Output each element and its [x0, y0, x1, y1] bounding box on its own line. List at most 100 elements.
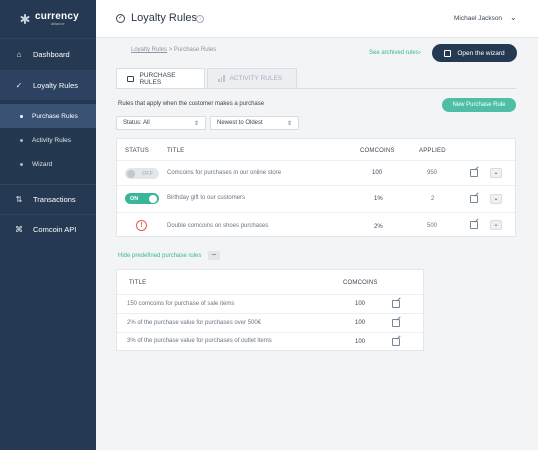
rule-comcoins: 2% [374, 224, 383, 230]
edit-icon[interactable] [392, 338, 400, 346]
sidebar-subitem-label: Activity Rules [32, 136, 72, 144]
rule-title[interactable]: Comcoins for purchases in our online sto… [167, 170, 281, 176]
toggle-label: OFF [142, 170, 153, 177]
status-filter-value: Status: All [123, 120, 150, 126]
warning-icon: ! [136, 220, 147, 231]
rule-comcoins: 1% [374, 196, 383, 202]
table-row: 2% of the purchase value for purchases o… [117, 313, 423, 332]
status-filter-select[interactable]: Status: All ⇕ [116, 116, 206, 130]
sidebar-item-loyalty-rules[interactable]: ✓ Loyalty Rules [0, 70, 96, 100]
open-wizard-button[interactable]: Open the wizard [432, 44, 517, 62]
arrows-icon: ⇅ [15, 195, 23, 204]
bullet-icon [20, 138, 23, 142]
toggle-label: ON [130, 195, 139, 202]
user-name[interactable]: Michael Jackson [454, 15, 502, 22]
sidebar-subitem-label: Wizard [32, 160, 53, 168]
rule-comcoins: 100 [355, 320, 366, 326]
sidebar-item-dashboard[interactable]: ⌂ Dashboard [0, 38, 96, 70]
rule-applied: 2 [431, 196, 435, 202]
rule-applied: 500 [427, 223, 438, 229]
sidebar-subitem-wizard[interactable]: Wizard [0, 152, 96, 176]
breadcrumb-link[interactable]: Loyalty Rules [131, 47, 167, 53]
table-row: 150 comcoins for purchase of sale items … [117, 294, 423, 313]
predefined-rules-table: TITLE COMCOINS 150 comcoins for purchase… [116, 269, 424, 351]
breadcrumb: Loyalty Rules > Purchase Rules [131, 47, 216, 53]
command-icon: ⌘ [15, 225, 23, 234]
sort-arrows-icon: ⇕ [193, 120, 199, 127]
sidebar-item-comcoin-api[interactable]: ⌘ Comcoin API [0, 214, 96, 244]
check-circle-icon: ✓ [15, 81, 23, 90]
status-toggle[interactable]: ON [125, 193, 159, 204]
tab-divider [116, 88, 516, 89]
check-circle-icon: ✓ [116, 14, 125, 23]
toggle-knob [127, 169, 135, 178]
new-purchase-rule-button[interactable]: New Purchase Rule [442, 98, 516, 112]
sidebar-subitem-activity-rules[interactable]: Activity Rules [0, 128, 96, 152]
edit-icon[interactable] [392, 319, 400, 327]
rule-title[interactable]: 2% of the purchase value for purchases o… [127, 320, 261, 326]
status-toggle[interactable]: OFF [125, 168, 159, 179]
collapse-button[interactable]: – [208, 251, 220, 260]
logo-mark-icon [20, 14, 30, 24]
column-header-title: TITLE [167, 148, 185, 154]
home-icon: ⌂ [16, 50, 22, 59]
tab-label: PURCHASE RULES [139, 71, 176, 86]
edit-icon[interactable] [392, 300, 400, 308]
bullet-icon [20, 162, 23, 166]
sort-value: Newest to Oldest [217, 120, 263, 126]
sort-select[interactable]: Newest to Oldest ⇕ [210, 116, 299, 130]
rule-title[interactable]: Double comcoins on shoes purchases [167, 223, 268, 229]
rules-table: STATUS TITLE COMCOINS APPLIED OFF Comcoi… [116, 138, 516, 237]
chevron-down-icon[interactable]: ⌄ [510, 13, 517, 22]
chevron-down-icon[interactable]: ⌄ [490, 220, 502, 230]
logo-sub: alliance [51, 21, 65, 26]
sub-nav: Purchase Rules Activity Rules Wizard [0, 100, 96, 184]
edit-icon[interactable] [470, 221, 478, 229]
column-header-comcoins: COMCOINS [343, 280, 378, 286]
chevron-down-icon[interactable]: ⌄ [490, 194, 502, 204]
hide-predefined-link[interactable]: Hide predefined purchase rules [118, 253, 201, 259]
sidebar-subitem-purchase-rules[interactable]: Purchase Rules [0, 104, 96, 128]
rule-comcoins: 100 [355, 339, 366, 345]
sidebar-item-transactions[interactable]: ⇅ Transactions [0, 184, 96, 214]
bar-chart-icon [218, 75, 225, 82]
column-header-title: TITLE [129, 280, 147, 286]
table-row: ON Birthday gift to our customers 1% 2 ⌄ [117, 185, 515, 212]
tab-purchase-rules[interactable]: PURCHASE RULES [116, 68, 205, 88]
sidebar-item-label: Loyalty Rules [33, 81, 79, 90]
table-row: ! Double comcoins on shoes purchases 2% … [117, 212, 515, 238]
toggle-knob [149, 194, 157, 203]
breadcrumb-current: Purchase Rules [173, 47, 217, 53]
archived-rules-link[interactable]: See archived rules› [369, 50, 421, 56]
edit-icon[interactable] [470, 169, 478, 177]
rule-title[interactable]: Birthday gift to our customers [167, 195, 245, 201]
column-header-comcoins: COMCOINS [360, 148, 395, 154]
table-row: OFF Comcoins for purchases in our online… [117, 160, 515, 185]
table-row: 3% of the purchase value for purchases o… [117, 332, 423, 352]
chevron-down-icon[interactable]: ⌄ [490, 168, 502, 178]
rule-comcoins: 100 [355, 301, 366, 307]
rules-description: Rules that apply when the customer makes… [118, 101, 265, 107]
breadcrumb-separator: > [167, 47, 174, 53]
info-icon[interactable]: i [196, 15, 204, 23]
sidebar-item-label: Dashboard [33, 50, 70, 59]
rule-title[interactable]: 3% of the purchase value for purchases o… [127, 338, 272, 344]
sidebar: currency alliance ⌂ Dashboard ✓ Loyalty … [0, 0, 96, 450]
sidebar-item-label: Comcoin API [33, 225, 77, 234]
wizard-icon [444, 49, 452, 57]
logo[interactable]: currency alliance [0, 0, 96, 38]
rule-title[interactable]: 150 comcoins for purchase of sale items [127, 301, 234, 307]
tab-label: ACTIVITY RULES [229, 75, 283, 82]
edit-icon[interactable] [470, 195, 478, 203]
open-wizard-label: Open the wizard [457, 49, 505, 57]
column-header-applied: APPLIED [419, 148, 446, 154]
card-icon [127, 75, 135, 82]
sidebar-item-label: Transactions [33, 195, 76, 204]
tab-activity-rules[interactable]: ACTIVITY RULES [207, 68, 297, 88]
rule-applied: 950 [427, 170, 438, 176]
header: ✓ Loyalty Rules i Michael Jackson ⌄ [96, 0, 538, 38]
bullet-icon [20, 114, 23, 118]
rule-comcoins: 100 [372, 170, 383, 176]
page-title: Loyalty Rules [131, 12, 198, 24]
sidebar-subitem-label: Purchase Rules [32, 112, 78, 120]
